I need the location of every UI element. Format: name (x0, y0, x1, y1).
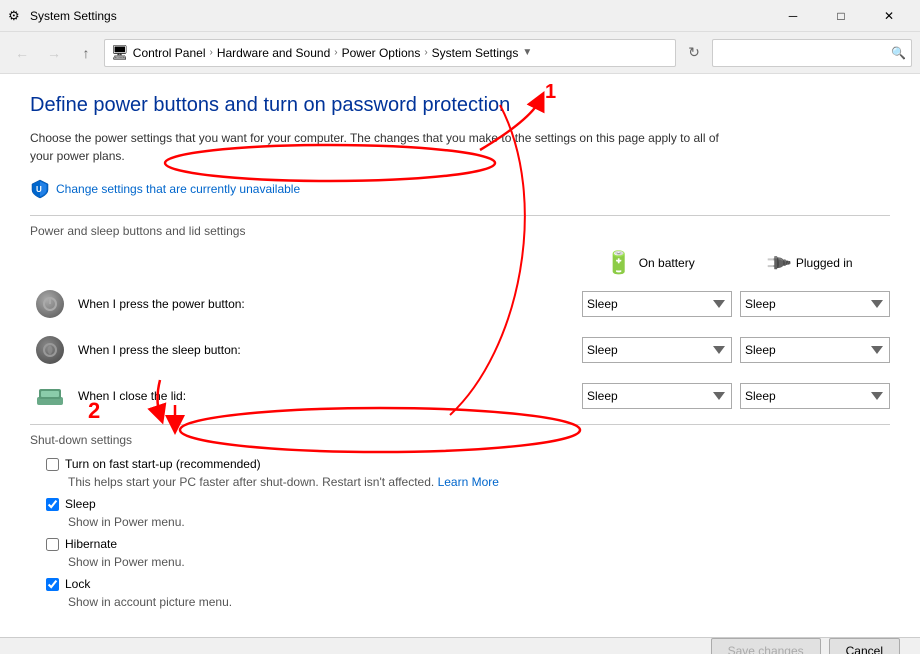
shield-icon: U (30, 179, 50, 199)
minimize-button[interactable]: ─ (770, 0, 816, 32)
hibernate-checkbox[interactable] (46, 538, 59, 551)
sleep-row: Sleep (46, 497, 890, 511)
power-circle-icon (36, 290, 64, 318)
breadcrumb-hardware[interactable]: Hardware and Sound (217, 46, 330, 60)
fast-startup-desc: This helps start your PC faster after sh… (68, 475, 890, 489)
lid-icon (30, 385, 70, 407)
sleep-circle-icon (36, 336, 64, 364)
main-content: Define power buttons and turn on passwor… (0, 74, 920, 654)
page-description: Choose the power settings that you want … (30, 129, 730, 165)
change-settings-section: U Change settings that are currently una… (30, 179, 890, 199)
controlpanel-icon: 🖥 (111, 44, 129, 61)
content-area: Define power buttons and turn on passwor… (0, 74, 920, 637)
app-icon: ⚙ (8, 8, 24, 24)
window-controls: ─ □ ✕ (770, 0, 912, 32)
cancel-button[interactable]: Cancel (829, 638, 900, 654)
lid-row: When I close the lid: Sleep Do nothing H… (30, 378, 890, 414)
breadcrumb: 🖥 Control Panel › Hardware and Sound › P… (104, 39, 676, 67)
titlebar: ⚙ System Settings ─ □ ✕ (0, 0, 920, 32)
plug-icon: 🔌 (763, 248, 794, 279)
hibernate-row: Hibernate (46, 537, 890, 551)
sleep-button-plugged-in-select[interactable]: Sleep Do nothing Hibernate Shut down Tur… (740, 337, 890, 363)
lid-plugged-in-select[interactable]: Sleep Do nothing Hibernate Shut down Tur… (740, 383, 890, 409)
shutdown-label: Shut-down settings (30, 433, 890, 447)
battery-icon: 🔋 (605, 250, 632, 276)
page-title: Define power buttons and turn on passwor… (30, 94, 890, 117)
section-divider-2 (30, 424, 890, 425)
hibernate-checkbox-label[interactable]: Hibernate (65, 537, 117, 551)
learn-more-link[interactable]: Learn More (438, 475, 499, 489)
fast-startup-label[interactable]: Turn on fast start-up (recommended) (65, 457, 261, 471)
up-button[interactable]: ↑ (72, 39, 100, 67)
lock-checkbox-label[interactable]: Lock (65, 577, 90, 591)
power-button-dropdowns: Sleep Do nothing Hibernate Shut down Tur… (582, 291, 890, 317)
addressbar: ← → ↑ 🖥 Control Panel › Hardware and Sou… (0, 32, 920, 74)
search-wrapper: 🔍 (712, 39, 912, 67)
lid-label: When I close the lid: (70, 389, 582, 403)
hibernate-desc: Show in Power menu. (68, 555, 890, 569)
lock-desc: Show in account picture menu. (68, 595, 890, 609)
title-text: System Settings (30, 9, 770, 23)
svg-text:U: U (36, 185, 42, 194)
fast-startup-checkbox[interactable] (46, 458, 59, 471)
sleep-button-label: When I press the sleep button: (70, 343, 582, 357)
search-input[interactable] (712, 39, 912, 67)
power-button-label: When I press the power button: (70, 297, 582, 311)
power-sleep-section-label: Power and sleep buttons and lid settings (30, 224, 890, 238)
close-button[interactable]: ✕ (866, 0, 912, 32)
sleep-button-on-battery-select[interactable]: Sleep Do nothing Hibernate Shut down Tur… (582, 337, 732, 363)
power-button-icon (30, 290, 70, 318)
breadcrumb-power-options[interactable]: Power Options (342, 46, 421, 60)
power-button-row: When I press the power button: Sleep Do … (30, 286, 890, 322)
breadcrumb-control-panel[interactable]: Control Panel (133, 46, 206, 60)
power-table-header: 🔋 On battery 🔌 Plugged in (30, 250, 890, 276)
restore-button[interactable]: □ (818, 0, 864, 32)
plugged-in-header: 🔌 Plugged in (730, 250, 890, 276)
refresh-button[interactable]: ↻ (680, 39, 708, 67)
power-button-plugged-in-select[interactable]: Sleep Do nothing Hibernate Shut down Tur… (740, 291, 890, 317)
lock-checkbox[interactable] (46, 578, 59, 591)
sleep-button-dropdowns: Sleep Do nothing Hibernate Shut down Tur… (582, 337, 890, 363)
breadcrumb-dropdown-arrow[interactable]: ▼ (522, 47, 532, 58)
sleep-button-row: When I press the sleep button: Sleep Do … (30, 332, 890, 368)
save-changes-button[interactable]: Save changes (711, 638, 821, 654)
power-button-on-battery-select[interactable]: Sleep Do nothing Hibernate Shut down Tur… (582, 291, 732, 317)
sleep-checkbox-label[interactable]: Sleep (65, 497, 96, 511)
fast-startup-row: Turn on fast start-up (recommended) (46, 457, 890, 471)
on-battery-label: On battery (639, 256, 695, 270)
sleep-desc: Show in Power menu. (68, 515, 890, 529)
sleep-button-icon (30, 336, 70, 364)
footer: Save changes Cancel (0, 637, 920, 654)
section-divider-1 (30, 215, 890, 216)
lock-row: Lock (46, 577, 890, 591)
sleep-checkbox[interactable] (46, 498, 59, 511)
lid-dropdowns: Sleep Do nothing Hibernate Shut down Tur… (582, 383, 890, 409)
on-battery-header: 🔋 On battery (570, 250, 730, 276)
plugged-in-label: Plugged in (796, 256, 853, 270)
back-button[interactable]: ← (8, 39, 36, 67)
forward-button[interactable]: → (40, 39, 68, 67)
breadcrumb-system-settings[interactable]: System Settings (432, 46, 519, 60)
lid-on-battery-select[interactable]: Sleep Do nothing Hibernate Shut down Tur… (582, 383, 732, 409)
change-settings-link[interactable]: Change settings that are currently unava… (56, 182, 300, 196)
shutdown-section: Shut-down settings Turn on fast start-up… (30, 433, 890, 609)
